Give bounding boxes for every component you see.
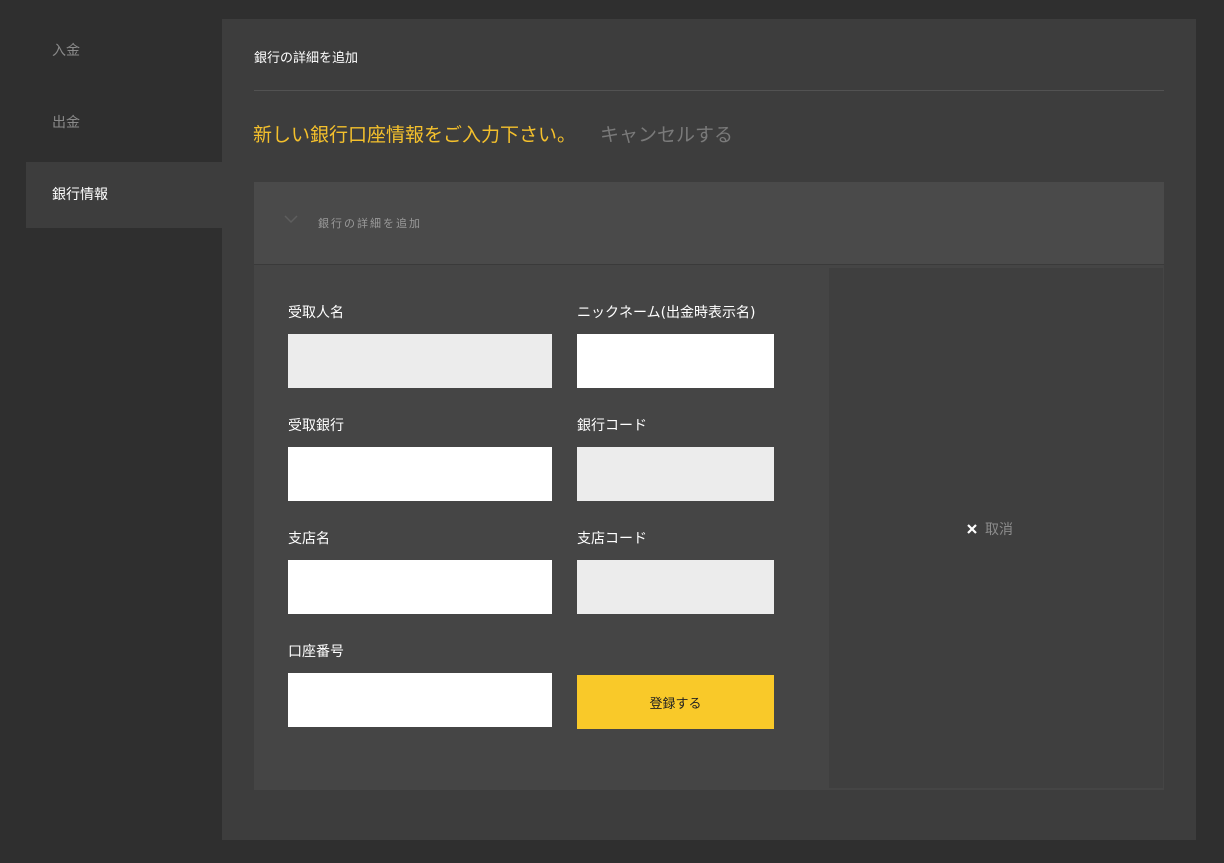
- sidebar-item-bank-info[interactable]: 銀行情報: [26, 162, 222, 228]
- account-number-input[interactable]: [288, 673, 552, 727]
- recipient-name-label: 受取人名: [288, 305, 344, 321]
- sidebar-item-withdrawal[interactable]: 出金: [26, 90, 222, 156]
- cancel-area[interactable]: 取消: [829, 268, 1163, 788]
- page-title: 銀行の詳細を追加: [254, 51, 359, 66]
- branch-name-label: 支店名: [288, 531, 330, 547]
- panel-header-label: 銀行の詳細を追加: [318, 217, 422, 230]
- sidebar-item-deposit[interactable]: 入金: [26, 18, 222, 84]
- recipient-name-input[interactable]: [288, 334, 552, 388]
- bank-code-input[interactable]: [577, 447, 774, 501]
- nickname-input[interactable]: [577, 334, 774, 388]
- sidebar: 入金 出金 銀行情報: [26, 18, 222, 234]
- cancel-button[interactable]: 取消: [967, 519, 1013, 539]
- close-icon: [967, 524, 977, 534]
- receiving-bank-input[interactable]: [288, 447, 552, 501]
- nickname-label: ニックネーム(出金時表示名): [577, 305, 756, 321]
- chevron-down-icon: [284, 215, 298, 224]
- cancel-label: 取消: [985, 522, 1013, 538]
- panel-header[interactable]: 銀行の詳細を追加: [254, 182, 1164, 265]
- receiving-bank-label: 受取銀行: [288, 418, 344, 434]
- register-button[interactable]: 登録する: [577, 675, 774, 729]
- branch-code-input[interactable]: [577, 560, 774, 614]
- account-number-label: 口座番号: [288, 644, 344, 660]
- bank-details-panel: 銀行の詳細を追加 受取人名 ニックネーム(出金時表示名) 受取銀行 銀行コード …: [254, 182, 1164, 790]
- branch-code-label: 支店コード: [577, 531, 647, 547]
- main-panel: 銀行の詳細を追加 新しい銀行口座情報をご入力下さい。 キャンセルする 銀行の詳細…: [222, 19, 1196, 840]
- branch-name-input[interactable]: [288, 560, 552, 614]
- divider: [254, 90, 1164, 91]
- bank-form: 受取人名 ニックネーム(出金時表示名) 受取銀行 銀行コード 支店名 支店コード…: [254, 266, 828, 790]
- bank-code-label: 銀行コード: [577, 418, 647, 434]
- cancel-link[interactable]: キャンセルする: [600, 120, 733, 147]
- headline: 新しい銀行口座情報をご入力下さい。: [253, 124, 577, 146]
